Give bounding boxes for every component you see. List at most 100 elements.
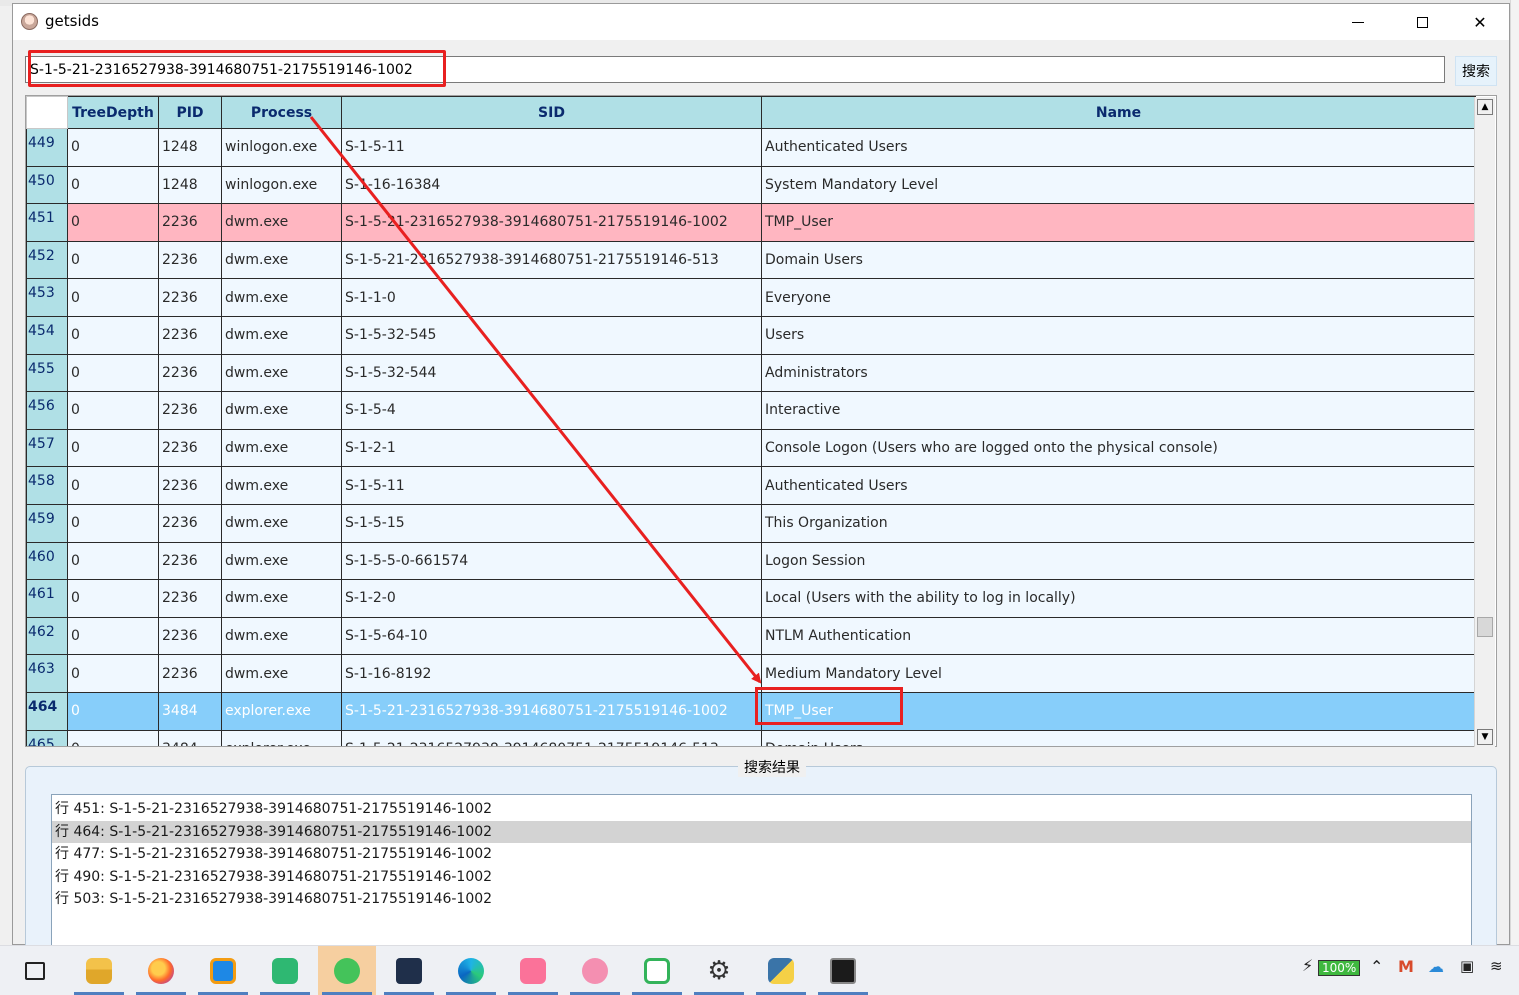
app-window-icon[interactable] (194, 946, 252, 995)
cell-pid[interactable]: 2236 (158, 579, 222, 618)
cell-treedepth[interactable]: 0 (67, 203, 159, 242)
cell-pid[interactable]: 2236 (158, 391, 222, 430)
row-number[interactable]: 452 (26, 240, 68, 280)
cell-sid[interactable]: S-1-5-64-10 (341, 616, 762, 656)
table-row[interactable]: 450 0 1248 winlogon.exe S-1-16-16384 System M… (26, 165, 1476, 205)
cell-process[interactable]: dwm.exe (221, 466, 342, 505)
cell-treedepth[interactable]: 0 (67, 729, 159, 746)
row-number[interactable]: 449 (26, 128, 68, 167)
cell-sid[interactable]: S-1-16-8192 (341, 654, 762, 693)
cell-sid[interactable]: S-1-5-21-2316527938-3914680751-217551914… (341, 729, 762, 746)
maximize-button[interactable] (1393, 4, 1451, 40)
table-row[interactable]: 453 0 2236 dwm.exe S-1-1-0 Everyone (26, 278, 1476, 317)
cell-sid[interactable]: S-1-5-21-2316527938-3914680751-217551914… (341, 691, 762, 731)
cell-treedepth[interactable]: 0 (67, 428, 159, 468)
cell-treedepth[interactable]: 0 (67, 391, 159, 430)
cell-treedepth[interactable]: 0 (67, 691, 159, 731)
python-icon[interactable] (752, 946, 810, 995)
cell-pid[interactable]: 2236 (158, 315, 222, 355)
row-number[interactable]: 459 (26, 503, 68, 543)
file-explorer-icon[interactable] (70, 946, 128, 995)
cell-treedepth[interactable]: 0 (67, 240, 159, 280)
column-header-sid[interactable]: SID (341, 96, 762, 129)
cell-name[interactable]: Local (Users with the ability to log in … (761, 579, 1476, 618)
scroll-thumb[interactable] (1477, 617, 1493, 637)
cell-treedepth[interactable]: 0 (67, 466, 159, 505)
m-app-icon[interactable]: M (1398, 957, 1414, 976)
column-header-treedepth[interactable]: TreeDepth (67, 96, 159, 129)
cell-treedepth[interactable]: 0 (67, 503, 159, 543)
cell-process[interactable]: dwm.exe (221, 579, 342, 618)
table-row[interactable]: 464 0 3484 explorer.exe S-1-5-21-2316527938-… (26, 691, 1476, 731)
cell-sid[interactable]: S-1-5-11 (341, 128, 762, 167)
cell-pid[interactable]: 2236 (158, 466, 222, 505)
table-row[interactable]: 46503484explorer.exeS-1-5-21-2316527938-… (26, 729, 1476, 746)
tray-app-icon[interactable]: ▣ (1460, 957, 1474, 975)
cell-name[interactable]: NTLM Authentication (761, 616, 1476, 656)
cell-process[interactable]: dwm.exe (221, 278, 342, 317)
search-button[interactable]: 搜索 (1455, 56, 1497, 86)
cell-pid[interactable]: 1248 (158, 165, 222, 205)
cell-name[interactable]: Interactive (761, 391, 1476, 430)
cell-pid[interactable]: 2236 (158, 654, 222, 693)
cell-pid[interactable]: 2236 (158, 616, 222, 656)
cell-name[interactable]: This Organization (761, 503, 1476, 543)
table-row[interactable]: 449 0 1248 winlogon.exe S-1-5-11 Authenticate… (26, 128, 1476, 167)
cell-process[interactable]: dwm.exe (221, 503, 342, 543)
cell-process[interactable]: dwm.exe (221, 315, 342, 355)
grid-vertical-scrollbar[interactable]: ▲ ▼ (1474, 97, 1495, 747)
cell-treedepth[interactable]: 0 (67, 579, 159, 618)
cell-treedepth[interactable]: 0 (67, 315, 159, 355)
table-row[interactable]: 457 0 2236 dwm.exe S-1-2-1 Console Logon (Use… (26, 428, 1476, 468)
cell-pid[interactable]: 3484 (158, 729, 222, 746)
cell-name[interactable]: Console Logon (Users who are logged onto… (761, 428, 1476, 468)
cell-name[interactable]: Domain Users (761, 729, 1476, 746)
table-row[interactable]: 458 0 2236 dwm.exe S-1-5-11 Authenticated Use… (26, 466, 1476, 505)
title-bar[interactable]: getsids ✕ (13, 4, 1509, 40)
cell-pid[interactable]: 2236 (158, 541, 222, 581)
list-item[interactable]: 行 490: S-1-5-21-2316527938-3914680751-21… (52, 866, 1471, 889)
row-number[interactable]: 450 (26, 165, 68, 205)
list-item[interactable]: 行 477: S-1-5-21-2316527938-3914680751-21… (52, 843, 1471, 866)
cell-sid[interactable]: S-1-16-16384 (341, 165, 762, 205)
cell-process[interactable]: dwm.exe (221, 240, 342, 280)
cell-sid[interactable]: S-1-5-21-2316527938-3914680751-217551914… (341, 203, 762, 242)
table-row[interactable]: 452 0 2236 dwm.exe S-1-5-21-2316527938-39146… (26, 240, 1476, 280)
cell-process[interactable]: explorer.exe (221, 691, 342, 731)
row-number[interactable]: 463 (26, 654, 68, 693)
cell-treedepth[interactable]: 0 (67, 128, 159, 167)
table-row[interactable]: 456 0 2236 dwm.exe S-1-5-4 Interactive (26, 391, 1476, 430)
table-row[interactable]: 454 0 2236 dwm.exe S-1-5-32-545 Users (26, 315, 1476, 355)
header-corner[interactable] (26, 96, 68, 129)
cell-treedepth[interactable]: 0 (67, 541, 159, 581)
row-number[interactable]: 461 (26, 579, 68, 618)
cell-name[interactable]: Users (761, 315, 1476, 355)
cell-pid[interactable]: 3484 (158, 691, 222, 731)
cell-process[interactable]: dwm.exe (221, 654, 342, 693)
cell-name[interactable]: Everyone (761, 278, 1476, 317)
row-number[interactable]: 464 (26, 691, 68, 731)
battery-indicator[interactable]: 100% (1318, 960, 1361, 976)
table-row[interactable]: 463 0 2236 dwm.exe S-1-16-8192 Medium Mandato… (26, 654, 1476, 693)
cell-treedepth[interactable]: 0 (67, 654, 159, 693)
cell-process[interactable]: dwm.exe (221, 428, 342, 468)
row-number[interactable]: 462 (26, 616, 68, 656)
row-number[interactable]: 453 (26, 278, 68, 317)
chevron-up-icon[interactable]: ⌃ (1370, 957, 1383, 976)
row-number[interactable]: 458 (26, 466, 68, 505)
cell-process[interactable]: dwm.exe (221, 391, 342, 430)
wifi-icon[interactable]: ≋ (1490, 957, 1503, 975)
cell-treedepth[interactable]: 0 (67, 616, 159, 656)
cell-process[interactable]: dwm.exe (221, 616, 342, 656)
cell-process[interactable]: explorer.exe (221, 729, 342, 746)
row-number[interactable]: 456 (26, 391, 68, 430)
row-number[interactable]: 455 (26, 353, 68, 393)
firefox-icon[interactable] (132, 946, 190, 995)
cell-pid[interactable]: 2236 (158, 353, 222, 393)
cell-process[interactable]: winlogon.exe (221, 165, 342, 205)
cell-pid[interactable]: 1248 (158, 128, 222, 167)
phone-app-icon[interactable] (256, 946, 314, 995)
cell-sid[interactable]: S-1-5-32-544 (341, 353, 762, 393)
row-number[interactable]: 460 (26, 541, 68, 581)
cell-process[interactable]: winlogon.exe (221, 128, 342, 167)
